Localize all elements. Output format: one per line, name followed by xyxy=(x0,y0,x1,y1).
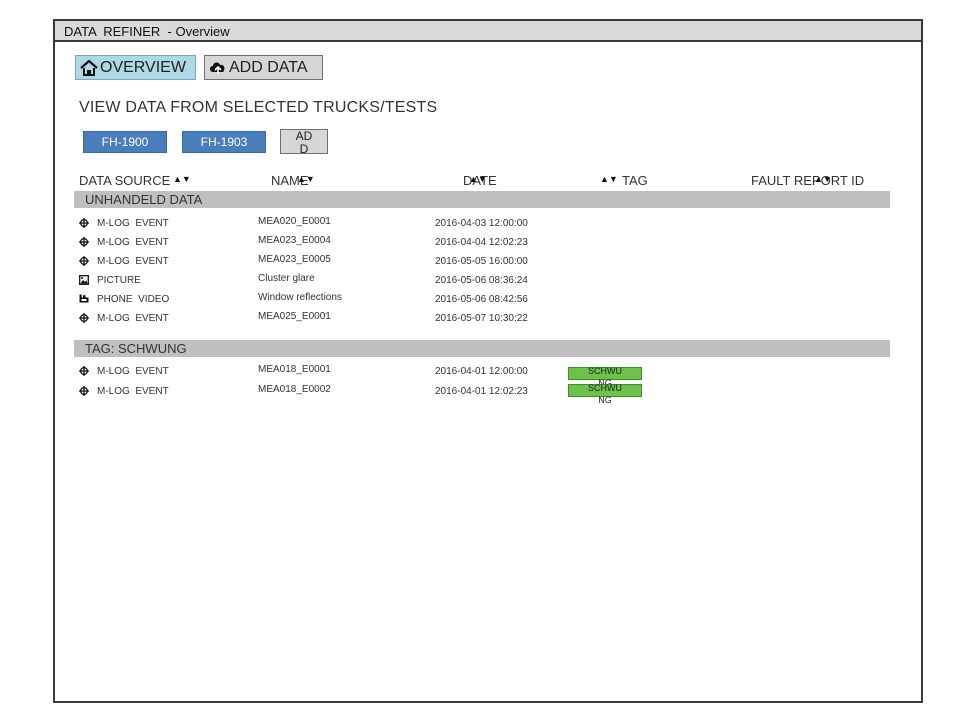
crosshair-icon xyxy=(79,218,89,228)
row-date: 2016-05-06 08:42:56 xyxy=(435,294,528,305)
crosshair-icon xyxy=(79,366,89,376)
table-row[interactable]: M-LOG EVENT MEA020_E0001 2016-04-03 12:0… xyxy=(55,215,921,233)
table-row[interactable]: M-LOG EVENT MEA018_E0002 2016-04-01 12:0… xyxy=(55,383,921,401)
crosshair-icon xyxy=(79,313,89,323)
table-row[interactable]: M-LOG EVENT MEA023_E0004 2016-04-04 12:0… xyxy=(55,234,921,252)
row-source: M-LOG EVENT xyxy=(97,256,169,267)
picture-icon xyxy=(79,275,89,285)
add-data-button[interactable]: ADD DATA xyxy=(204,55,323,80)
row-date: 2016-05-06 08:36:24 xyxy=(435,275,528,286)
tag-badge-schwung[interactable]: SCHWUNG xyxy=(568,383,642,405)
sort-arrows-icon[interactable]: ▲▼ xyxy=(814,174,832,184)
table-row[interactable]: M-LOG EVENT MEA023_E0005 2016-05-05 16:0… xyxy=(55,253,921,271)
section-header-unhandled: UNHANDELD DATA xyxy=(74,191,890,208)
crosshair-icon xyxy=(79,237,89,247)
row-source: M-LOG EVENT xyxy=(97,237,169,248)
row-date: 2016-04-01 12:02:23 xyxy=(435,386,528,397)
row-name: MEA025_E0001 xyxy=(258,311,331,322)
add-data-label: ADD DATA xyxy=(229,58,308,76)
row-name: Window reflections xyxy=(258,292,342,303)
section-header-tag-schwung: TAG: SCHWUNG xyxy=(74,340,890,357)
cloud-upload-icon xyxy=(210,61,225,74)
overview-label: OVERVIEW xyxy=(100,58,186,76)
overview-button[interactable]: OVERVIEW xyxy=(75,55,196,80)
row-name: MEA023_E0005 xyxy=(258,254,331,265)
row-source: M-LOG EVENT xyxy=(97,386,169,397)
app-window: DATA REFINER - Overview OVERVIEW ADD DAT… xyxy=(53,19,923,703)
video-camera-icon xyxy=(79,294,89,303)
column-header-tag[interactable]: TAG xyxy=(622,173,648,188)
row-name: MEA023_E0004 xyxy=(258,235,331,246)
truck-label: FH-1903 xyxy=(200,135,248,149)
row-name: MEA020_E0001 xyxy=(258,216,331,227)
row-name: MEA018_E0001 xyxy=(258,364,331,375)
table-row[interactable]: PHONE VIDEO Window reflections 2016-05-0… xyxy=(55,291,921,309)
row-date: 2016-05-07 10:30:22 xyxy=(435,313,528,324)
truck-button-fh-1900[interactable]: FH-1900 xyxy=(83,131,167,153)
add-truck-button[interactable]: ADD xyxy=(280,129,328,154)
home-icon xyxy=(80,59,98,76)
column-header-data-source[interactable]: DATA SOURCE xyxy=(79,173,170,188)
row-name: MEA018_E0002 xyxy=(258,384,331,395)
truck-button-fh-1903[interactable]: FH-1903 xyxy=(182,131,266,153)
row-date: 2016-05-05 16:00:00 xyxy=(435,256,528,267)
sort-arrows-icon[interactable]: ▲▼ xyxy=(600,174,618,184)
crosshair-icon xyxy=(79,256,89,266)
sort-arrows-icon[interactable]: ▲▼ xyxy=(173,174,191,184)
tag-badge-schwung[interactable]: SCHWUNG xyxy=(568,366,642,388)
table-row[interactable]: PICTURE Cluster glare 2016-05-06 08:36:2… xyxy=(55,272,921,290)
row-source: M-LOG EVENT xyxy=(97,313,169,324)
row-name: Cluster glare xyxy=(258,273,315,284)
column-header-fault-report-id[interactable]: FAULT REPORT ID xyxy=(751,173,864,188)
row-date: 2016-04-01 12:00:00 xyxy=(435,366,528,377)
row-source: PICTURE xyxy=(97,275,141,286)
section-title: TAG: SCHWUNG xyxy=(85,341,187,356)
row-source: M-LOG EVENT xyxy=(97,366,169,377)
section-title: UNHANDELD DATA xyxy=(85,192,203,207)
table-row[interactable]: M-LOG EVENT MEA025_E0001 2016-05-07 10:3… xyxy=(55,310,921,328)
title-bar: DATA REFINER - Overview xyxy=(55,21,921,42)
row-date: 2016-04-03 12:00:00 xyxy=(435,218,528,229)
crosshair-icon xyxy=(79,386,89,396)
table-row[interactable]: M-LOG EVENT MEA018_E0001 2016-04-01 12:0… xyxy=(55,363,921,381)
page-heading: VIEW DATA FROM SELECTED TRUCKS/TESTS xyxy=(79,99,438,116)
row-source: PHONE VIDEO xyxy=(97,294,170,305)
row-source: M-LOG EVENT xyxy=(97,218,169,229)
window-title: DATA REFINER - Overview xyxy=(64,24,230,39)
truck-label: FH-1900 xyxy=(101,135,149,149)
sort-arrows-icon[interactable]: ▲▼ xyxy=(469,174,487,184)
tag-label: SCHWUNG xyxy=(588,383,622,405)
row-date: 2016-04-04 12:02:23 xyxy=(435,237,528,248)
sort-arrows-icon[interactable]: ▲▼ xyxy=(297,174,315,184)
